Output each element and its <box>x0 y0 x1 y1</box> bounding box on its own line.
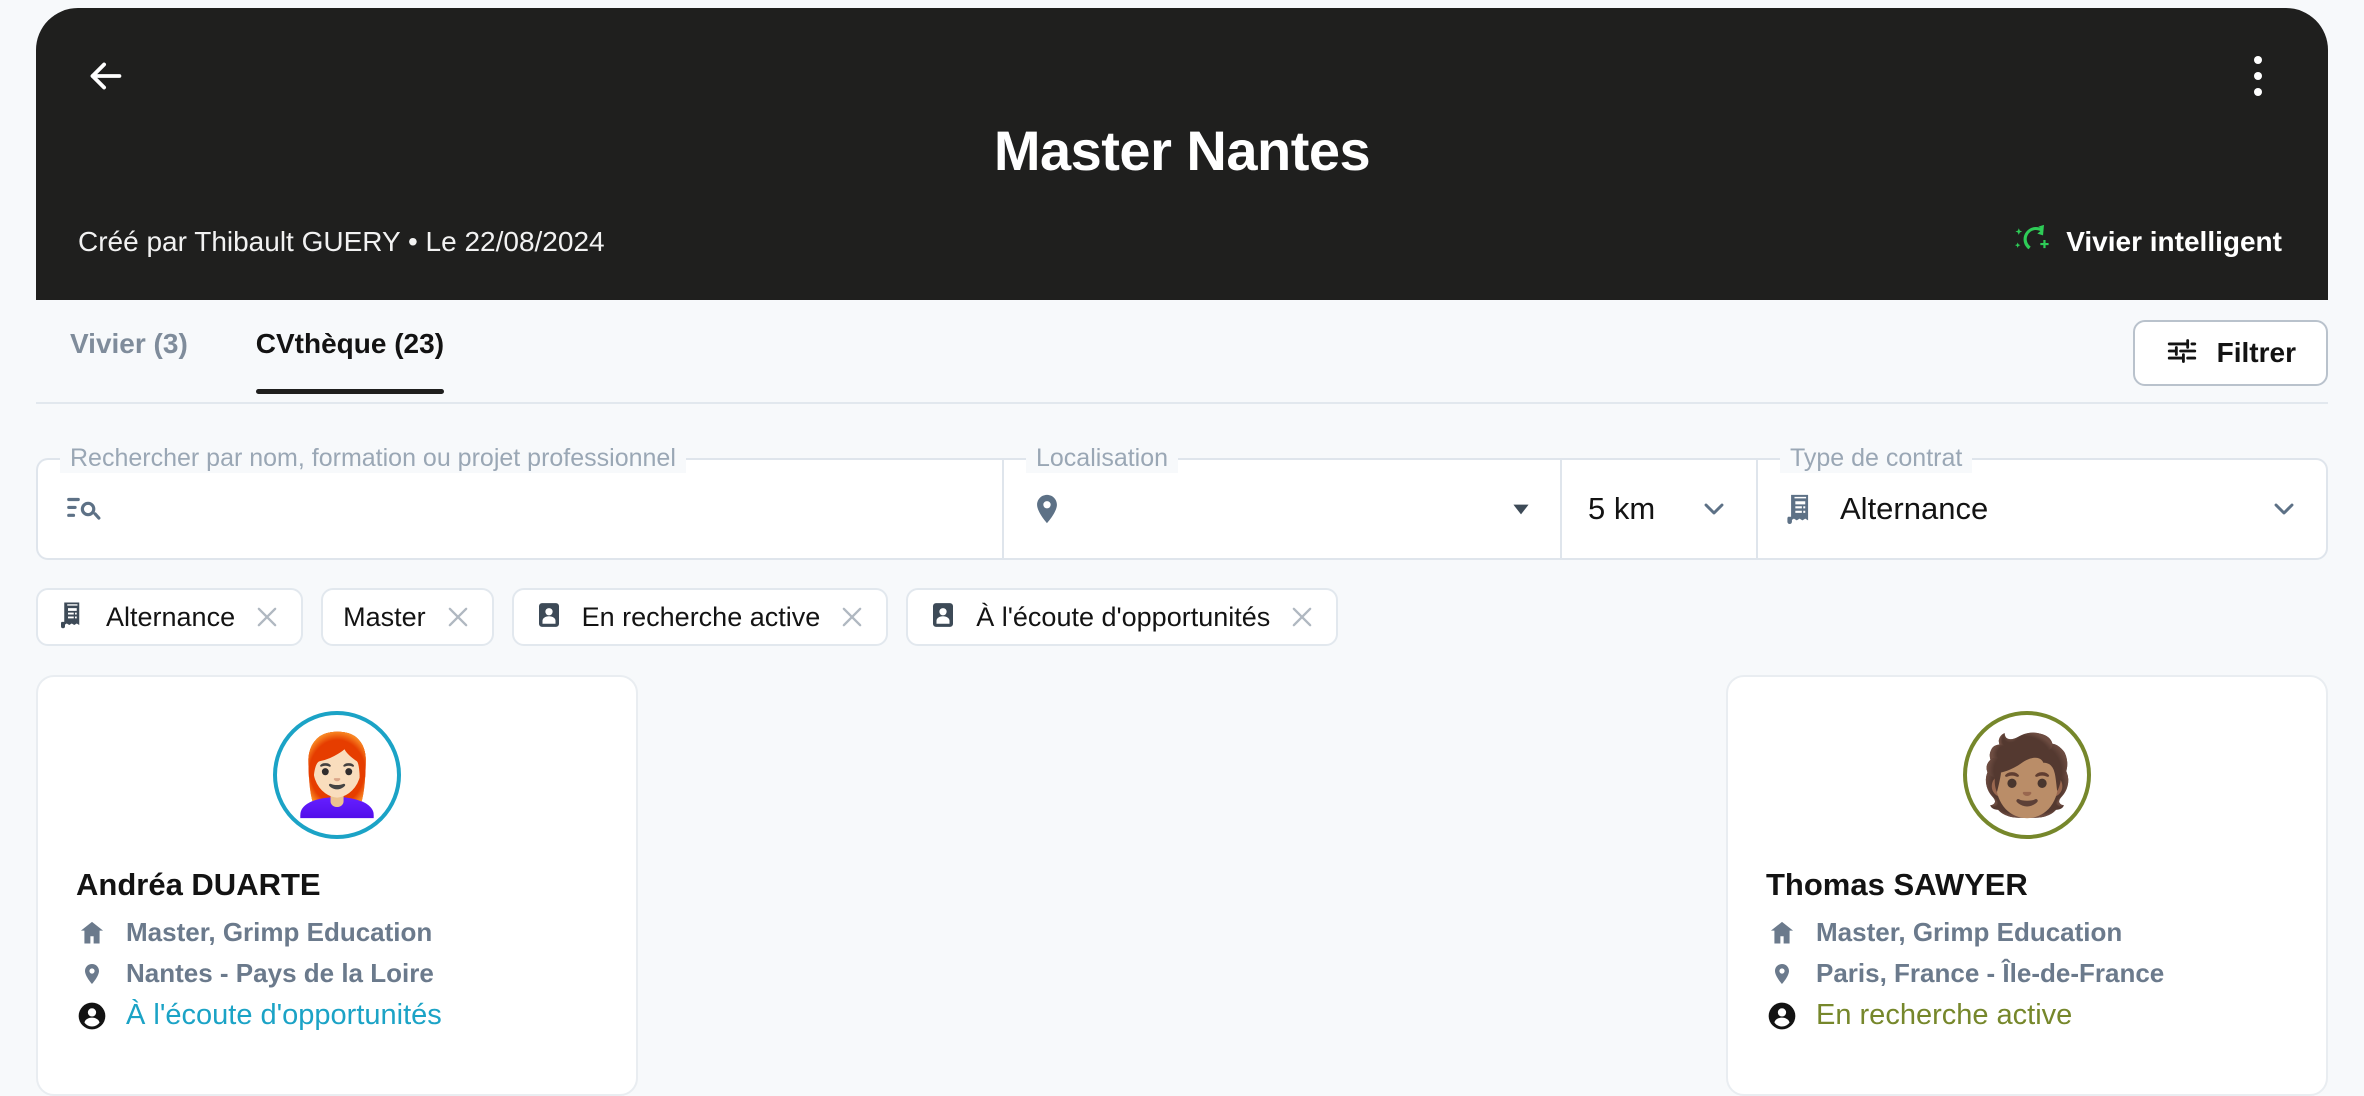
contract-type-legend: Type de contrat <box>1780 444 1973 473</box>
tab-vivier[interactable]: Vivier (3) <box>36 300 222 404</box>
filter-button-label: Filtrer <box>2216 337 2296 368</box>
tab-vivier-label: Vivier (3) <box>70 328 188 359</box>
chevron-down-icon[interactable] <box>1698 493 1730 525</box>
receipt-icon <box>1784 490 1818 528</box>
tune-icon <box>2165 334 2199 373</box>
candidate-location-row: Paris, France - Île-de-France <box>1728 958 2326 989</box>
overflow-menu-button[interactable] <box>2234 48 2282 104</box>
candidate-education-row: Master, Grimp Education <box>1728 917 2326 948</box>
avatar: 🧑🏽 <box>1963 711 2091 839</box>
tab-cvtheque-label: CVthèque (23) <box>255 328 445 359</box>
location-pin-icon <box>1766 960 1798 988</box>
candidate-education: Master, Grimp Education <box>126 917 433 947</box>
close-icon[interactable] <box>444 603 472 631</box>
badge-person-icon <box>928 599 958 636</box>
filter-field-row: Rechercher par nom, formation ou projet … <box>36 444 2328 560</box>
radius-select[interactable]: 5 km <box>1560 458 1756 560</box>
close-icon[interactable] <box>838 603 866 631</box>
avatar-wrap: 👩🏻‍🦰 <box>38 711 636 839</box>
candidate-status: À l'écoute d'opportunités <box>126 999 442 1031</box>
candidate-status-row: À l'écoute d'opportunités <box>38 999 636 1032</box>
badge-person-icon <box>534 599 564 636</box>
candidate-card[interactable]: 🧑🏽 Thomas SAWYER Master, Grimp Education… <box>1726 675 2328 1096</box>
contract-type-select[interactable]: Type de contrat Alternance <box>1756 444 2328 560</box>
candidate-status: En recherche active <box>1816 999 2073 1031</box>
location-field-legend: Localisation <box>1026 444 1179 473</box>
kebab-dot <box>2254 72 2262 80</box>
avatar: 👩🏻‍🦰 <box>273 711 401 839</box>
avatar-wrap: 🧑🏽 <box>1728 711 2326 839</box>
page-header: Master Nantes Créé par Thibault GUERY • … <box>36 8 2328 300</box>
filter-button[interactable]: Filtrer <box>2132 320 2328 386</box>
kebab-dot <box>2254 88 2262 96</box>
candidate-card-list: 👩🏻‍🦰 Andréa DUARTE Master, Grimp Educati… <box>36 675 2328 1096</box>
filter-chip-master[interactable]: Master <box>321 588 494 646</box>
chevron-down-icon[interactable] <box>2268 493 2300 525</box>
tab-list: Vivier (3) CVthèque (23) <box>36 300 478 404</box>
active-filter-chips: Alternance Master En recherche active À … <box>36 588 1339 646</box>
filter-chip-en-recherche-active[interactable]: En recherche active <box>511 588 889 646</box>
search-field[interactable]: Rechercher par nom, formation ou projet … <box>36 444 1002 560</box>
candidate-name: Andréa DUARTE <box>76 867 321 902</box>
back-button[interactable] <box>78 48 134 104</box>
tab-bar-divider <box>36 402 2328 404</box>
tab-cvtheque[interactable]: CVthèque (23) <box>222 300 478 404</box>
filter-chip-label: Master <box>343 601 426 632</box>
candidate-location-row: Nantes - Pays de la Loire <box>38 958 636 989</box>
filter-chip-label: À l'écoute d'opportunités <box>976 601 1271 632</box>
location-field[interactable]: Localisation <box>1002 444 1560 560</box>
location-pin-icon <box>1030 490 1064 528</box>
manage-search-icon <box>64 490 102 528</box>
triangle-down-icon[interactable] <box>1508 496 1534 522</box>
location-pin-icon <box>76 960 108 988</box>
candidate-location: Paris, France - Île-de-France <box>1816 958 2165 988</box>
smart-pool-label: Vivier intelligent <box>2066 225 2282 257</box>
contract-type-value: Alternance <box>1840 491 1989 526</box>
school-house-icon <box>76 919 108 947</box>
kebab-dot <box>2254 56 2262 64</box>
filter-chip-label: Alternance <box>106 601 236 632</box>
tab-bar: Vivier (3) CVthèque (23) Filtrer <box>0 300 2364 404</box>
page-title: Master Nantes <box>993 119 1371 182</box>
header-meta: Créé par Thibault GUERY • Le 22/08/2024 <box>78 226 605 257</box>
filter-chip-a-lecoute-dopportunites[interactable]: À l'écoute d'opportunités <box>906 588 1339 646</box>
candidate-location: Nantes - Pays de la Loire <box>126 958 434 988</box>
close-icon[interactable] <box>253 603 281 631</box>
avatar-emoji: 👩🏻‍🦰 <box>288 731 386 819</box>
close-icon[interactable] <box>1288 603 1316 631</box>
account-circle-icon <box>1766 1000 1798 1032</box>
arrow-left-icon <box>83 53 129 99</box>
receipt-icon <box>58 599 88 636</box>
candidate-status-row: En recherche active <box>1728 999 2326 1032</box>
sparkle-arrow-icon <box>2012 220 2050 263</box>
account-circle-icon <box>76 1000 108 1032</box>
smart-pool-badge[interactable]: Vivier intelligent <box>2012 220 2282 263</box>
avatar-emoji: 🧑🏽 <box>1978 731 2076 819</box>
filter-chip-alternance[interactable]: Alternance <box>36 588 304 646</box>
candidate-education-row: Master, Grimp Education <box>38 917 636 948</box>
filter-chip-label: En recherche active <box>581 601 821 632</box>
candidate-card[interactable]: 👩🏻‍🦰 Andréa DUARTE Master, Grimp Educati… <box>36 675 638 1096</box>
radius-value: 5 km <box>1588 491 1656 526</box>
search-input[interactable] <box>124 491 976 527</box>
candidate-education: Master, Grimp Education <box>1816 917 2123 947</box>
candidate-name: Thomas SAWYER <box>1766 867 2028 902</box>
school-house-icon <box>1766 919 1798 947</box>
search-field-legend: Rechercher par nom, formation ou projet … <box>60 444 686 473</box>
